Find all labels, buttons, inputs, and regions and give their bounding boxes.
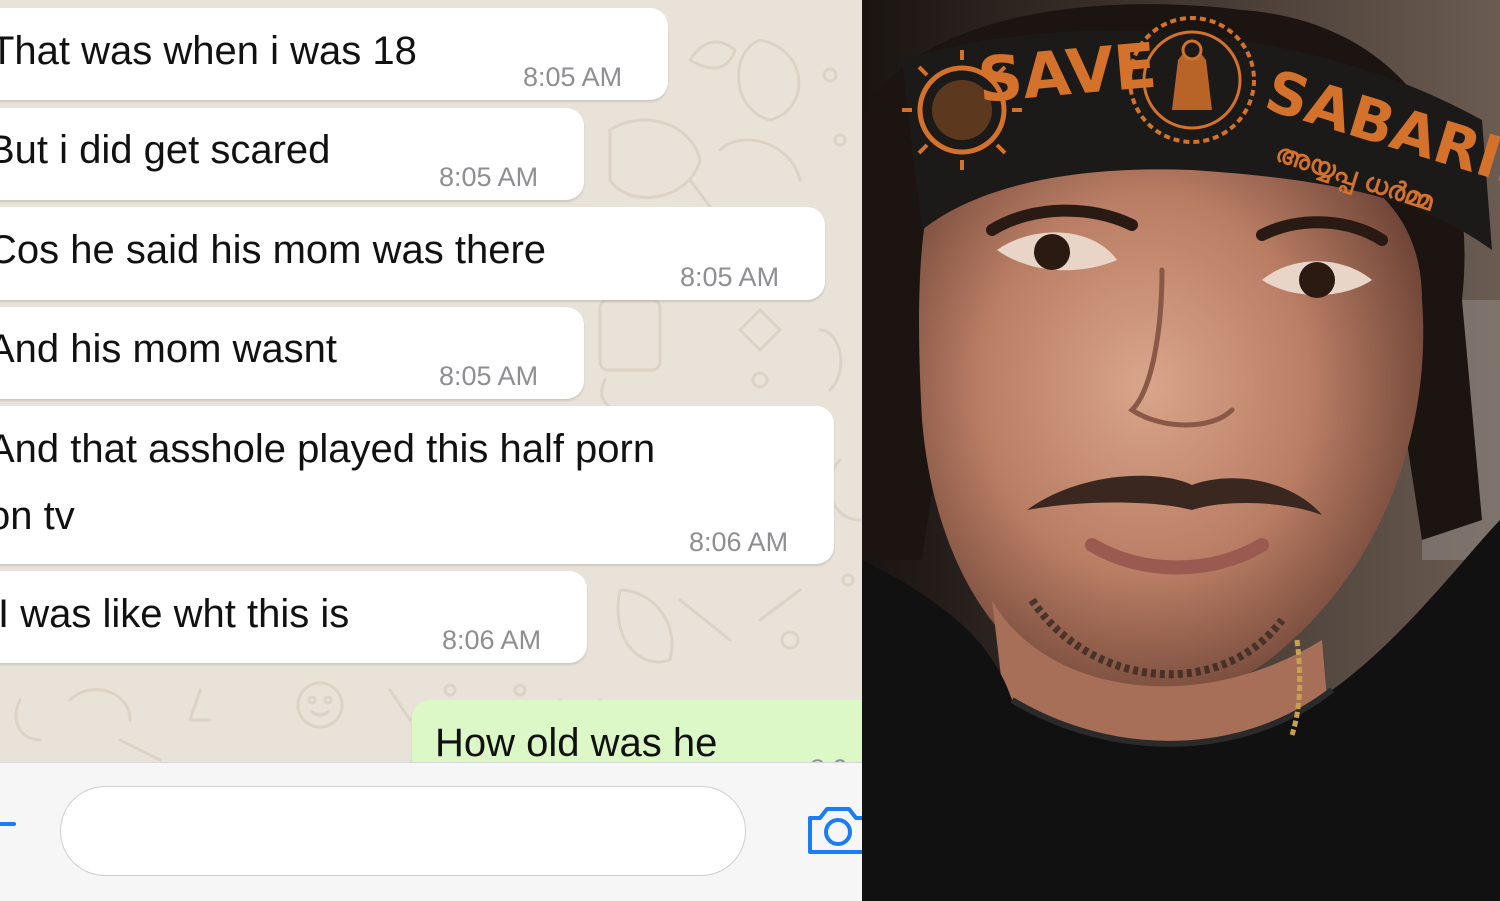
message-text: And his mom wasnt	[0, 327, 338, 371]
message-text: How old was he	[435, 721, 718, 765]
message-text: I was like wht this is	[0, 592, 350, 636]
chat-screenshot: That was when i was 18 8:05 AM But i did…	[0, 0, 862, 901]
message-timestamp: 8:06 AM	[442, 625, 542, 655]
message-text: But i did get scared	[0, 128, 331, 172]
incoming-message: And that asshole played this half porn o…	[0, 406, 834, 564]
message-timestamp: 8:05 AM	[523, 62, 623, 92]
composite-image: That was when i was 18 8:05 AM But i did…	[0, 0, 1500, 901]
message-text: That was when i was 18	[0, 29, 417, 73]
incoming-message: And his mom wasnt 8:05 AM	[0, 307, 584, 399]
headband-text-save: SAVE	[975, 29, 1159, 117]
message-timestamp: 8:05 AM	[439, 361, 539, 391]
incoming-message: That was when i was 18 8:05 AM	[0, 8, 668, 100]
incoming-message: But i did get scared 8:05 AM	[0, 108, 584, 200]
message-input[interactable]	[60, 786, 746, 876]
plus-icon[interactable]	[0, 822, 16, 826]
message-text: And that asshole played this half porn	[0, 427, 656, 471]
incoming-message: I was like wht this is 8:06 AM	[0, 571, 587, 663]
message-timestamp: 8:05 AM	[439, 162, 539, 192]
incoming-message: Cos he said his mom was there 8:05 AM	[0, 207, 825, 300]
message-text: on tv	[0, 494, 75, 538]
camera-icon[interactable]	[806, 798, 862, 860]
message-timestamp: 8:05 AM	[680, 262, 780, 292]
portrait-photo: SAVE SABARIMALA അയ്യപ്പ ധർമ്മ	[862, 0, 1500, 901]
message-timestamp: 8:06 AM	[689, 527, 789, 557]
message-text: Cos he said his mom was there	[0, 228, 547, 272]
